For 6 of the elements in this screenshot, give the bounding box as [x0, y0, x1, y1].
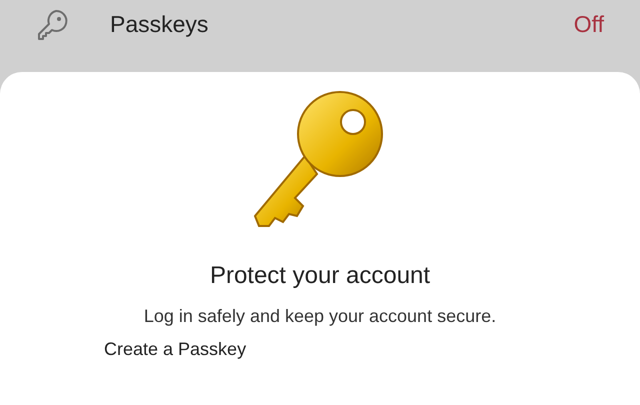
sheet-title: Protect your account — [210, 262, 430, 290]
status-text: Off — [574, 10, 604, 38]
setting-label: Passkeys — [110, 10, 210, 38]
sheet-subtitle: Log in safely and keep your account secure. — [144, 306, 496, 327]
key-icon — [36, 8, 70, 40]
create-passkey-option[interactable]: Create a Passkey — [104, 339, 246, 360]
